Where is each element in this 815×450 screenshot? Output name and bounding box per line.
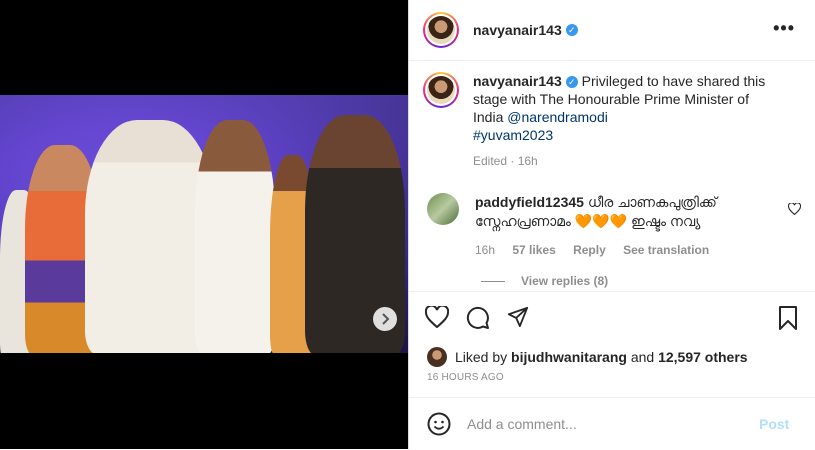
reply-button[interactable]: Reply <box>573 243 606 257</box>
liker-avatar[interactable] <box>427 347 447 367</box>
caption-meta: Edited · 16h <box>473 154 538 168</box>
hashtag-link[interactable]: #yuvam2023 <box>473 127 553 143</box>
post-timestamp: 16 HOURS AGO <box>427 372 504 383</box>
next-image-button[interactable] <box>373 307 397 331</box>
verified-badge-icon: ✓ <box>565 76 578 89</box>
emoji-icon[interactable] <box>427 412 451 436</box>
post-media <box>0 0 408 449</box>
caption-avatar[interactable] <box>423 72 459 108</box>
see-translation-button[interactable]: See translation <box>623 243 709 257</box>
view-replies-button[interactable]: View replies (8) <box>481 274 608 288</box>
likes-summary: Liked by bijudhwanitarang and 12,597 oth… <box>427 347 748 367</box>
post-caption: navyanair143 ✓ Privileged to have shared … <box>423 72 803 170</box>
heart-icon[interactable] <box>425 306 449 328</box>
add-comment-bar: Post <box>409 397 815 450</box>
author-username[interactable]: navyanair143 <box>473 22 562 38</box>
post-photo <box>0 95 408 353</box>
caption-username[interactable]: navyanair143 <box>473 73 562 89</box>
share-icon[interactable] <box>507 306 529 328</box>
author-avatar[interactable] <box>423 12 459 48</box>
comment-meta: 16h 57 likes Reply See translation <box>475 241 785 260</box>
comment-icon[interactable] <box>466 306 490 330</box>
post-header: navyanair143 ✓ ••• <box>409 0 815 61</box>
avatar-image <box>427 16 455 44</box>
bookmark-icon[interactable] <box>778 306 798 330</box>
chevron-right-icon <box>382 313 390 325</box>
replies-divider <box>481 280 505 282</box>
comment-item: paddyfield12345 ധീര ചാണകപുത്രിക്ക് സ്നേഹ… <box>427 193 805 260</box>
liker-username[interactable]: bijudhwanitarang <box>511 349 627 365</box>
person-white-kurta <box>195 120 275 353</box>
post-sidebar: navyanair143 ✓ ••• navyanair143 ✓ Privile… <box>408 0 815 449</box>
comment-time: 16h <box>475 243 496 257</box>
comment-like-heart-icon[interactable] <box>788 203 801 215</box>
post-comment-button[interactable]: Post <box>759 416 789 432</box>
comment-input[interactable] <box>465 415 759 433</box>
mention-link[interactable]: @narendramodi <box>507 109 608 125</box>
commenter-username[interactable]: paddyfield12345 <box>475 194 584 210</box>
action-bar <box>409 291 815 344</box>
others-likes-link[interactable]: 12,597 others <box>658 349 748 365</box>
commenter-avatar[interactable] <box>427 193 459 225</box>
more-options-icon[interactable]: ••• <box>773 18 795 39</box>
comment-likes[interactable]: 57 likes <box>512 243 555 257</box>
verified-badge-icon: ✓ <box>565 24 578 36</box>
